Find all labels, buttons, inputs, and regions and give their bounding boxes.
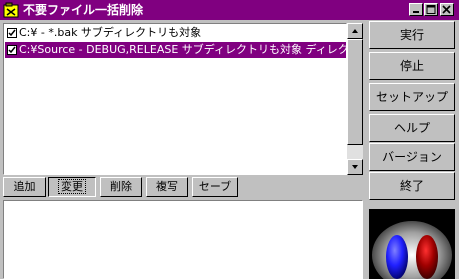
help-button[interactable]: ヘルプ [369, 114, 455, 142]
delete-button[interactable]: 削除 [100, 177, 142, 197]
setup-button[interactable]: セットアップ [369, 83, 455, 111]
list-item-text: C:¥ - *.bak サブディレクトリも対象 [19, 26, 202, 39]
add-button[interactable]: 追加 [3, 177, 46, 197]
minimize-icon [413, 11, 419, 13]
list-item[interactable]: C:¥ - *.bak サブディレクトリも対象 [5, 25, 346, 41]
item-checkbox[interactable] [7, 45, 17, 55]
add-button-label: 追加 [13, 180, 36, 193]
save-button-label: セーブ [198, 180, 232, 193]
close-button[interactable] [440, 3, 454, 16]
run-button-label: 実行 [399, 28, 424, 42]
arrow-down-icon [352, 165, 358, 169]
delete-button-label: 削除 [110, 180, 132, 193]
minimize-button[interactable] [409, 3, 423, 16]
change-button-label: 変更 [58, 179, 86, 194]
version-button[interactable]: バージョン [369, 143, 455, 171]
maximize-icon [426, 5, 436, 14]
setup-button-label: セットアップ [375, 90, 448, 104]
item-checkbox[interactable] [7, 28, 17, 38]
version-button-label: バージョン [382, 150, 442, 164]
exit-button-label: 終了 [399, 179, 424, 193]
window-title: 不要ファイル一括削除 [23, 3, 144, 17]
arrow-up-icon [352, 29, 358, 33]
check-icon [8, 46, 16, 54]
copy-button[interactable]: 複写 [146, 177, 188, 197]
save-button[interactable]: セーブ [192, 177, 238, 197]
copy-button-label: 複写 [156, 180, 178, 193]
check-icon [8, 29, 16, 37]
run-button[interactable]: 実行 [369, 21, 455, 49]
scroll-down-button[interactable] [347, 159, 363, 175]
maximize-button[interactable] [424, 3, 438, 16]
help-button-label: ヘルプ [393, 121, 430, 135]
title-bar: 不要ファイル一括削除 [0, 0, 459, 20]
exit-button[interactable]: 終了 [369, 172, 455, 200]
scroll-up-button[interactable] [347, 23, 363, 39]
stop-button-label: 停止 [399, 59, 424, 73]
list-item-selected[interactable]: C:¥Source - DEBUG,RELEASE サブディレクトリも対象 ディ… [5, 42, 346, 58]
rule-list[interactable]: C:¥ - *.bak サブディレクトリも対象 C:¥Source - DEBU… [3, 23, 347, 175]
scroll-thumb[interactable] [347, 39, 363, 145]
list-item-text: C:¥Source - DEBUG,RELEASE サブディレクトリも対象 ディ… [19, 43, 346, 56]
vertical-scrollbar[interactable] [347, 23, 363, 175]
app-icon[interactable] [3, 2, 19, 18]
output-area[interactable] [3, 200, 363, 279]
change-button[interactable]: 変更 [48, 177, 96, 197]
status-graphic [369, 209, 455, 279]
stop-button[interactable]: 停止 [369, 52, 455, 80]
close-icon [442, 5, 451, 14]
